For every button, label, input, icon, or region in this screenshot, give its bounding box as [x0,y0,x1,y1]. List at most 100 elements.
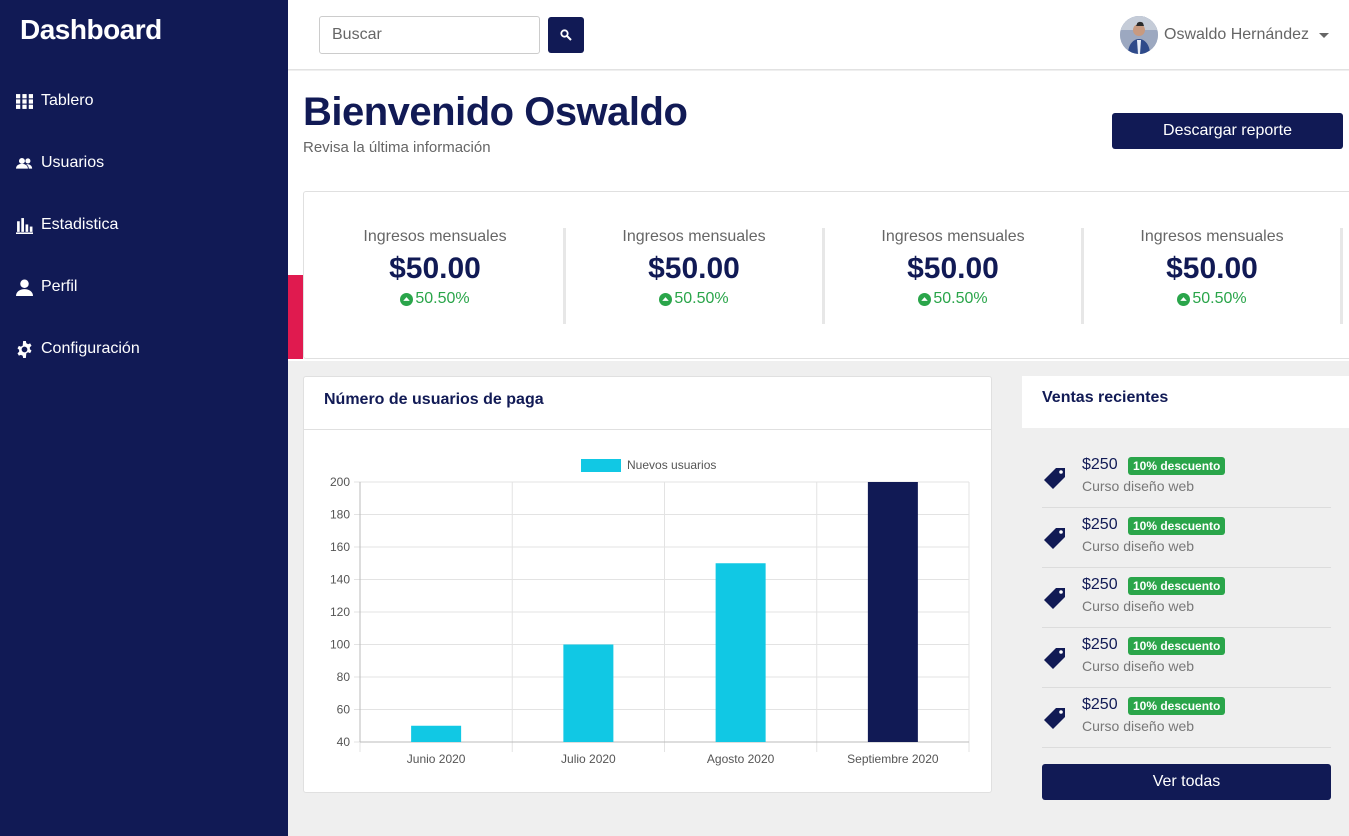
stat-card: Ingresos mensuales $50.00 50.50% [566,228,825,324]
x-tick-label: Septiembre 2020 [847,752,939,766]
arrow-up-circle-icon [1177,292,1191,306]
search-button[interactable] [548,17,584,53]
stat-change-value: 50.50% [1192,290,1247,307]
sale-item[interactable]: $250 10% descuento Curso diseño web [1042,628,1331,688]
user-icon [16,279,33,296]
chart-card-title: Número de usuarios de paga [324,391,544,408]
stat-value: $50.00 [1166,252,1258,285]
discount-badge: 10% descuento [1128,637,1226,655]
x-tick-label: Julio 2020 [561,752,616,766]
chart-bar [867,482,918,742]
tag-icon [1044,588,1065,609]
y-tick-label: 100 [330,638,350,652]
sale-course: Curso diseño web [1082,538,1195,554]
stat-change: 50.50% [307,290,563,308]
tag-icon [1044,708,1065,729]
x-tick-label: Agosto 2020 [707,752,775,766]
stat-change-value: 50.50% [415,290,470,307]
search-icon [560,29,572,41]
download-report-button[interactable]: Descargar reporte [1112,113,1343,149]
grid-icon [16,93,33,109]
accent-bar [288,275,303,359]
y-tick-label: 140 [330,573,350,587]
users-icon [16,157,33,169]
discount-badge: 10% descuento [1128,517,1226,535]
sale-price: $250 [1082,456,1118,473]
sale-course: Curso diseño web [1082,718,1195,734]
sale-course: Curso diseño web [1082,478,1195,494]
x-tick-label: Junio 2020 [407,752,466,766]
stat-card: Ingresos mensuales $50.00 50.50% [825,228,1084,324]
stat-card: Ingresos mensuales $50.00 50.50% [1084,228,1343,324]
chart-bar [715,563,766,742]
topbar: Oswaldo Hernández [288,0,1349,70]
sale-price: $250 [1082,576,1118,593]
discount-badge: 10% descuento [1128,697,1226,715]
stat-change: 50.50% [566,290,822,308]
stat-value: $50.00 [389,252,481,285]
sidebar-item-label: Configuración [41,340,140,357]
chevron-down-icon [1319,32,1329,38]
view-all-button[interactable]: Ver todas [1042,764,1331,800]
stat-value: $50.00 [648,252,740,285]
sidebar-item-tablero[interactable]: Tablero [16,92,93,110]
recent-sales-title: Ventas recientes [1042,389,1169,406]
stat-change: 50.50% [825,290,1081,308]
avatar [1120,16,1159,54]
sale-item[interactable]: $250 10% descuento Curso diseño web [1042,568,1331,628]
discount-badge: 10% descuento [1128,577,1226,595]
page-title: Bienvenido Oswaldo [303,90,688,134]
tag-icon [1044,528,1065,549]
sidebar-item-label: Tablero [41,92,94,109]
discount-badge: 10% descuento [1128,457,1226,475]
stat-change-value: 50.50% [674,290,729,307]
stat-change-value: 50.50% [933,290,988,307]
stat-label: Ingresos mensuales [881,228,1025,245]
legend-label: Nuevos usuarios [627,458,716,472]
recent-sales-header: Ventas recientes [1022,376,1349,428]
recent-sales-card: Ventas recientes $250 10% descuento Curso … [1022,376,1349,836]
tag-icon [1044,468,1065,489]
y-tick-label: 200 [330,475,350,489]
sidebar-item-configuracion[interactable]: Configuración [16,340,140,358]
sidebar-item-label: Usuarios [41,154,105,171]
sale-course: Curso diseño web [1082,658,1195,674]
sidebar: Dashboard Tablero Usuarios Estadistica P… [0,0,288,836]
y-tick-label: 40 [337,735,351,749]
sale-item[interactable]: $250 10% descuento Curso diseño web [1042,448,1331,508]
stat-label: Ingresos mensuales [363,228,507,245]
user-name: Oswaldo Hernández [1164,26,1309,43]
arrow-up-circle-icon [918,292,932,306]
sidebar-item-label: Perfil [41,278,78,295]
sidebar-item-usuarios[interactable]: Usuarios [16,154,104,172]
stat-label: Ingresos mensuales [1140,228,1284,245]
user-menu[interactable]: Oswaldo Hernández [1120,16,1329,54]
y-tick-label: 180 [330,508,350,522]
sidebar-item-label: Estadistica [41,216,119,233]
sale-item[interactable]: $250 10% descuento Curso diseño web [1042,508,1331,568]
stats-card: Ingresos mensuales $50.00 50.50% Ingreso… [303,191,1349,359]
stat-card: Ingresos mensuales $50.00 50.50% [307,228,566,324]
bar-chart: 40 60 80 100 120 140 160 180 200 Junio 2020 Julio … [330,458,970,766]
sale-price: $250 [1082,636,1118,653]
sale-price: $250 [1082,516,1118,533]
sale-item[interactable]: $250 10% descuento Curso diseño web [1042,688,1331,748]
y-tick-label: 120 [330,605,350,619]
y-tick-label: 60 [337,703,351,717]
gear-icon [17,340,32,358]
chart-card: Número de usuarios de paga 40 60 80 100 120 1… [303,376,992,793]
bar-chart-icon [16,217,33,234]
sale-price: $250 [1082,696,1118,713]
sidebar-item-estadistica[interactable]: Estadistica [16,216,118,234]
legend-swatch [581,459,621,472]
sidebar-item-perfil[interactable]: Perfil [16,278,77,296]
sale-course: Curso diseño web [1082,598,1195,614]
y-tick-label: 80 [337,670,351,684]
y-tick-label: 160 [330,540,350,554]
page-subtitle: Revisa la última información [303,139,491,156]
chart-bar [411,725,462,742]
brand-logo[interactable]: Dashboard [20,14,162,46]
search-input[interactable] [319,16,540,54]
tag-icon [1044,648,1065,669]
stat-value: $50.00 [907,252,999,285]
